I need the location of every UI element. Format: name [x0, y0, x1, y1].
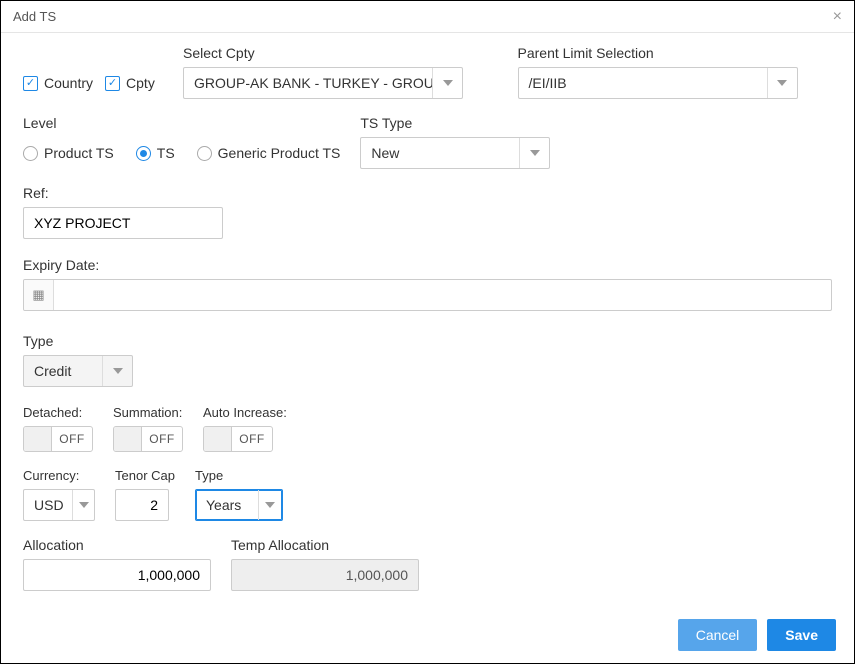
auto-increase-toggle[interactable]: OFF	[203, 426, 273, 452]
summation-label: Summation:	[113, 405, 183, 420]
level-label: Level	[23, 115, 340, 131]
tenor-type-label: Type	[195, 468, 283, 483]
ts-type-value: New	[361, 145, 519, 161]
temp-allocation-label: Temp Allocation	[231, 537, 419, 553]
parent-limit-label: Parent Limit Selection	[518, 45, 833, 61]
close-icon[interactable]: ×	[833, 8, 842, 26]
ts-type-combo[interactable]: New	[360, 137, 550, 169]
radio-generic-label: Generic Product TS	[218, 145, 341, 161]
expiry-date-value	[54, 280, 134, 310]
chevron-down-icon	[72, 490, 94, 520]
toggle-knob	[204, 427, 232, 451]
check-icon	[23, 76, 38, 91]
add-ts-dialog: Add TS × Country Cpty Select Cpty GROUP-…	[0, 0, 855, 664]
radio-icon	[136, 146, 151, 161]
radio-ts[interactable]: TS	[136, 137, 175, 169]
auto-increase-state: OFF	[232, 432, 272, 446]
toggle-knob	[114, 427, 142, 451]
allocation-label: Allocation	[23, 537, 211, 553]
tenor-type-combo[interactable]: Years	[195, 489, 283, 521]
ts-type-label: TS Type	[360, 115, 550, 131]
cancel-button[interactable]: Cancel	[678, 619, 758, 651]
chevron-down-icon	[432, 68, 462, 98]
tenor-cap-label: Tenor Cap	[115, 468, 175, 483]
currency-combo[interactable]: USD	[23, 489, 95, 521]
detached-toggle[interactable]: OFF	[23, 426, 93, 452]
select-cpty-value: GROUP-AK BANK - TURKEY - GROUP	[184, 75, 432, 91]
tenor-cap-input[interactable]	[115, 489, 169, 521]
currency-value: USD	[24, 497, 72, 513]
radio-product-ts[interactable]: Product TS	[23, 137, 114, 169]
temp-allocation-input	[231, 559, 419, 591]
detached-state: OFF	[52, 432, 92, 446]
checkbox-cpty-label: Cpty	[126, 75, 155, 91]
check-icon	[105, 76, 120, 91]
checkbox-cpty[interactable]: Cpty	[105, 67, 155, 99]
currency-label: Currency:	[23, 468, 95, 483]
parent-limit-value: /EI/IIB	[519, 75, 767, 91]
checkbox-country-label: Country	[44, 75, 93, 91]
save-button[interactable]: Save	[767, 619, 836, 651]
tenor-type-value: Years	[196, 497, 258, 513]
select-cpty-label: Select Cpty	[183, 45, 498, 61]
dialog-footer: Cancel Save	[1, 607, 854, 663]
expiry-label: Expiry Date:	[23, 257, 832, 273]
radio-icon	[197, 146, 212, 161]
dialog-title: Add TS	[13, 9, 56, 24]
dialog-body: Country Cpty Select Cpty GROUP-AK BANK -…	[1, 33, 854, 607]
chevron-down-icon	[767, 68, 797, 98]
toggle-knob	[24, 427, 52, 451]
radio-product-ts-label: Product TS	[44, 145, 114, 161]
radio-generic-product-ts[interactable]: Generic Product TS	[197, 137, 341, 169]
ref-label: Ref:	[23, 185, 832, 201]
radio-icon	[23, 146, 38, 161]
radio-ts-label: TS	[157, 145, 175, 161]
auto-increase-label: Auto Increase:	[203, 405, 287, 420]
parent-limit-combo[interactable]: /EI/IIB	[518, 67, 798, 99]
summation-state: OFF	[142, 432, 182, 446]
allocation-input[interactable]	[23, 559, 211, 591]
type-combo[interactable]: Credit	[23, 355, 133, 387]
type-label: Type	[23, 333, 832, 349]
select-cpty-combo[interactable]: GROUP-AK BANK - TURKEY - GROUP	[183, 67, 463, 99]
chevron-down-icon	[102, 356, 132, 386]
chevron-down-icon	[258, 490, 282, 520]
chevron-down-icon	[519, 138, 549, 168]
type-value: Credit	[24, 363, 102, 379]
expiry-date-input[interactable]	[23, 279, 832, 311]
checkbox-country[interactable]: Country	[23, 67, 93, 99]
dialog-header: Add TS ×	[1, 1, 854, 33]
detached-label: Detached:	[23, 405, 93, 420]
calendar-icon	[24, 280, 54, 310]
summation-toggle[interactable]: OFF	[113, 426, 183, 452]
ref-input[interactable]	[23, 207, 223, 239]
